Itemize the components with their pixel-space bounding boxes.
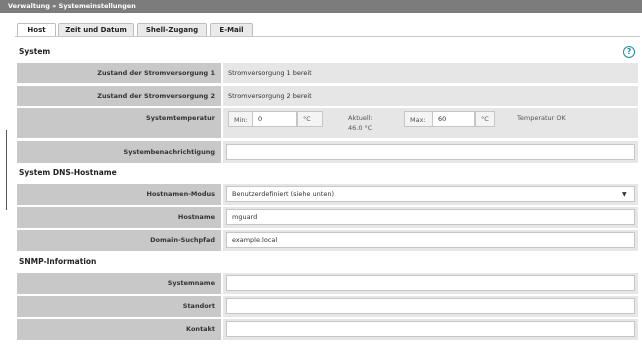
section-title-dns: System DNS-Hostname [19,168,117,177]
temp-max-input[interactable]: 60 [432,111,475,127]
temp-current-label: Aktuell: [348,114,373,122]
system-name-label: Systemname [17,273,221,294]
temp-max-label: Max: [404,111,432,127]
system-notification-input[interactable] [226,144,635,160]
power1-label: Zustand der Stromversorgung 1 [17,63,221,83]
help-icon[interactable]: ? [623,46,635,58]
domain-search-label: Domain-Suchpfad [17,230,221,251]
tab-time-date[interactable]: Zeit und Datum [58,23,134,36]
hostname-input[interactable]: mguard [226,209,635,225]
temp-max-unit: °C [475,111,495,127]
location-input[interactable] [226,298,635,314]
temp-min-input[interactable]: 0 [252,111,297,127]
tab-email[interactable]: E-Mail [210,23,253,36]
tab-shell-access[interactable]: Shell-Zugang [137,23,207,36]
notification-label: Systembenachrichtigung [17,141,221,163]
power2-status: Stromversorgung 2 bereit [228,92,312,100]
power2-label: Zustand der Stromversorgung 2 [17,86,221,106]
tab-underline [15,36,640,37]
caret-down-icon[interactable]: ▼ [622,191,627,198]
section-title-snmp: SNMP-Information [19,257,97,266]
breadcrumb-bar: Verwaltung » Systemeinstellungen [0,0,642,13]
left-edge-divider [6,130,7,210]
power1-status: Stromversorgung 1 bereit [228,69,312,77]
temp-min-unit: °C [297,111,323,127]
hostname-label: Hostname [17,207,221,228]
contact-label: Kontakt [17,319,221,340]
breadcrumb: Verwaltung » Systemeinstellungen [8,2,136,10]
system-name-input[interactable] [226,275,635,291]
hostname-mode-label: Hostnamen-Modus [17,184,221,205]
temp-min-label: Min: [228,111,252,127]
location-label: Standort [17,296,221,317]
temp-current-value: 46.0 °C [348,124,373,132]
domain-search-input[interactable]: example.local [226,232,635,248]
temperature-label: Systemtemperatur [17,108,221,138]
hostname-mode-select[interactable]: Benutzerdefiniert (siehe unten) [226,186,635,202]
temp-status: Temperatur OK [517,114,566,122]
section-title-system: System [19,47,51,56]
contact-input[interactable] [226,321,635,337]
tab-host[interactable]: Host [17,23,56,37]
